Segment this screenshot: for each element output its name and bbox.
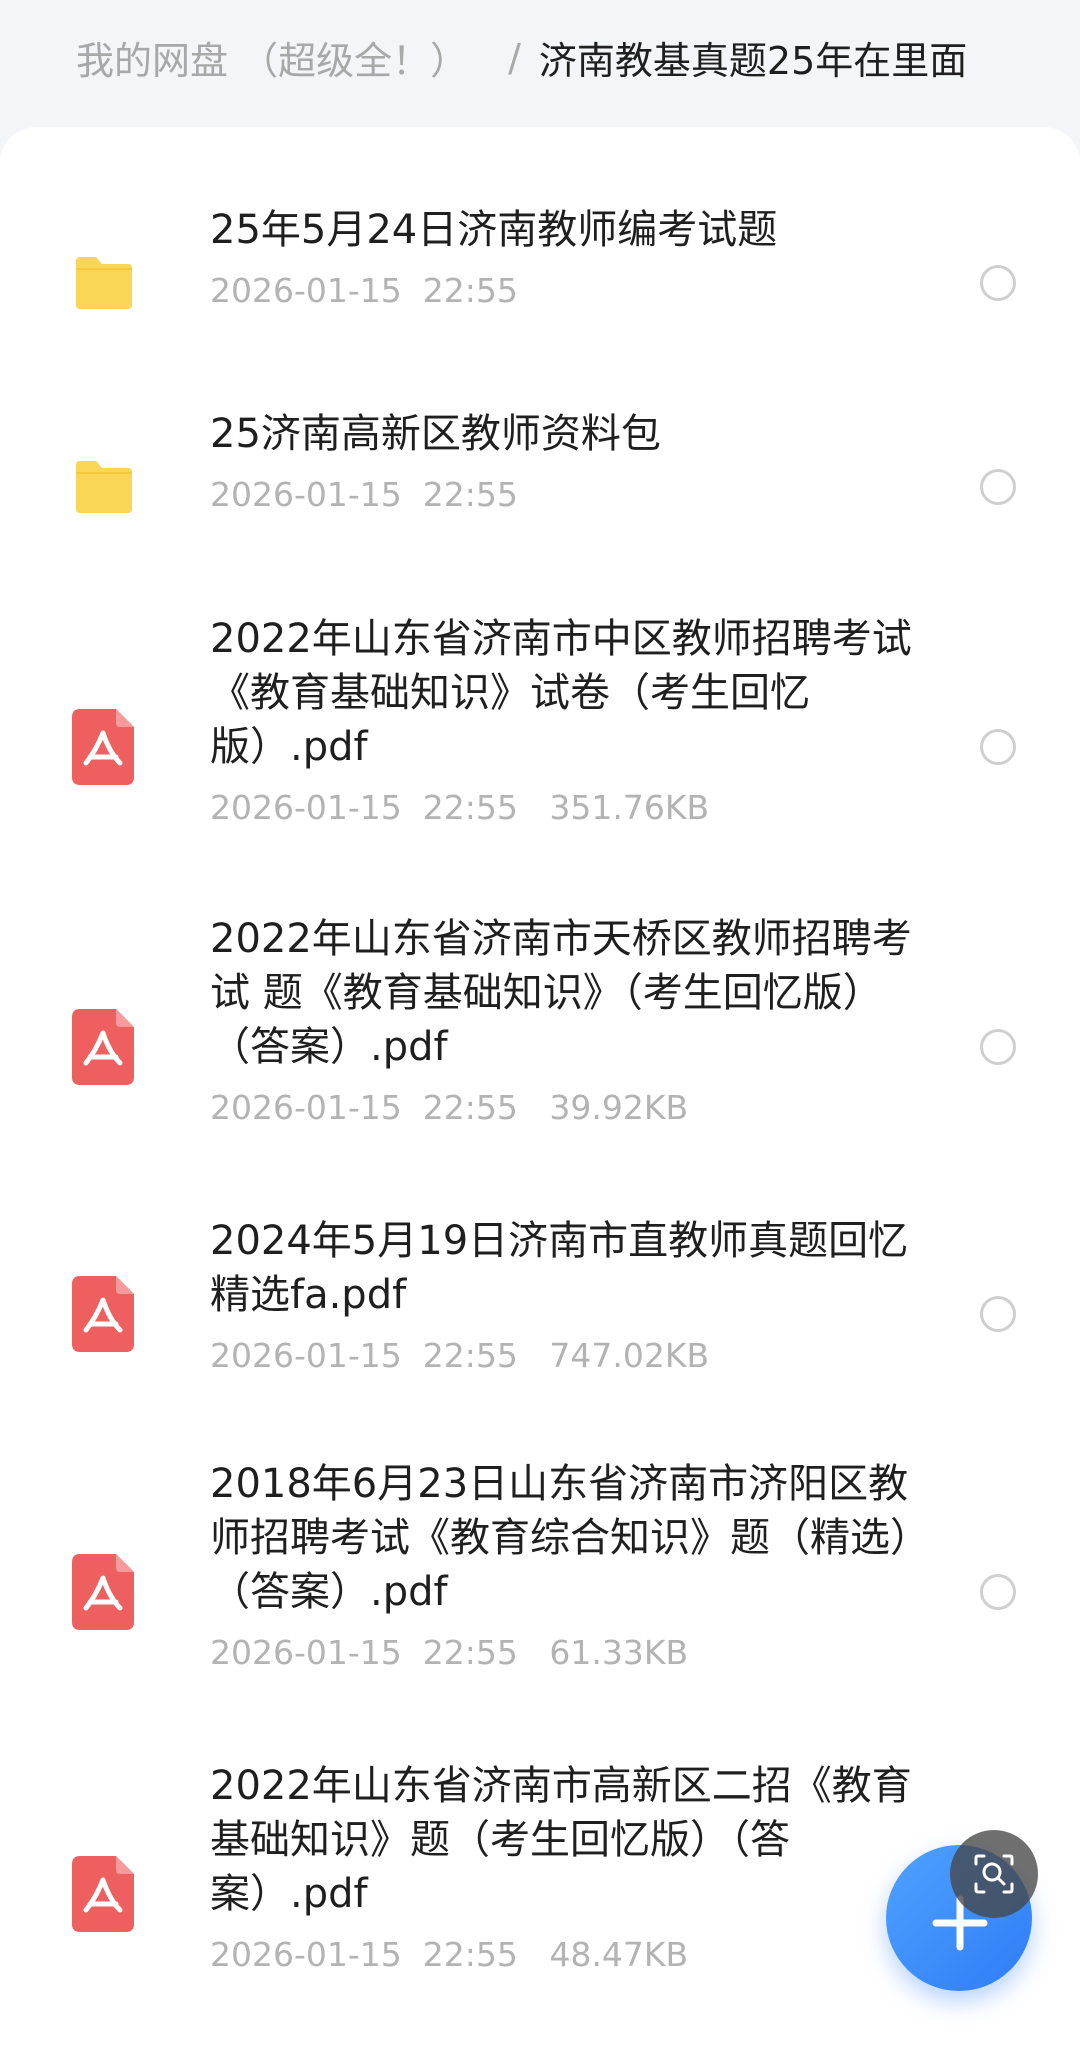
- file-name: 2022年山东省济南市高新区二招《教育基础知识》题（考生回忆版）（答案）.pdf: [210, 1763, 912, 1917]
- file-meta: 2026-01-15 22:55 351.76KB: [210, 786, 930, 830]
- file-meta: 2026-01-15 22:55: [210, 269, 930, 313]
- pdf-icon: [72, 1009, 134, 1085]
- folder-icon: [76, 257, 132, 309]
- file-row-folder[interactable]: 25年5月24日济南教师编考试题 2026-01-15 22:55: [0, 203, 1080, 363]
- file-list: 25年5月24日济南教师编考试题 2026-01-15 22:55 25济南高新…: [0, 127, 1080, 2054]
- file-date: 2026-01-15 22:55: [210, 788, 518, 827]
- pdf-icon: [72, 709, 134, 785]
- select-checkbox[interactable]: [980, 1029, 1016, 1065]
- select-checkbox[interactable]: [980, 1574, 1016, 1610]
- file-name: 2024年5月19日济南市直教师真题回忆精选fa.pdf: [210, 1218, 909, 1318]
- file-row-pdf[interactable]: 2022年山东省济南市中区教师招聘考试《教育基础知识》试卷（考生回忆版）.pdf…: [0, 612, 1080, 882]
- file-date: 2026-01-15 22:55: [210, 1935, 518, 1974]
- file-row-folder[interactable]: 25济南高新区教师资料包 2026-01-15 22:55: [0, 407, 1080, 567]
- file-name: 2018年6月23日山东省济南市济阳区教师招聘考试《教育综合知识》题（精选）（答…: [210, 1461, 930, 1615]
- file-name: 2022年山东省济南市中区教师招聘考试《教育基础知识》试卷（考生回忆版）.pdf: [210, 616, 912, 770]
- folder-icon: [76, 461, 132, 513]
- breadcrumb-root[interactable]: 我的网盘 （超级全！）: [76, 30, 468, 85]
- file-size: 61.33KB: [549, 1633, 689, 1672]
- select-checkbox[interactable]: [980, 1296, 1016, 1332]
- file-name: 2022年山东省济南市天桥区教师招聘考试 题《教育基础知识》（考生回忆版）（答案…: [210, 916, 912, 1070]
- file-row-pdf[interactable]: 2018年6月23日山东省济南市济阳区教师招聘考试《教育综合知识》题（精选）（答…: [0, 1457, 1080, 1727]
- pdf-icon: [72, 1856, 134, 1932]
- file-name: 25济南高新区教师资料包: [210, 411, 661, 457]
- file-size: 39.92KB: [549, 1088, 689, 1127]
- file-date: 2026-01-15 22:55: [210, 475, 518, 514]
- image-search-button[interactable]: [950, 1830, 1038, 1918]
- file-info: 2022年山东省济南市中区教师招聘考试《教育基础知识》试卷（考生回忆版）.pdf…: [210, 612, 930, 830]
- pdf-icon: [72, 1276, 134, 1352]
- file-meta: 2026-01-15 22:55 39.92KB: [210, 1086, 930, 1130]
- file-row-pdf[interactable]: 2024年5月19日济南市直教师真题回忆精选fa.pdf 2026-01-15 …: [0, 1214, 1080, 1414]
- file-meta: 2026-01-15 22:55 61.33KB: [210, 1631, 930, 1675]
- file-info: 25年5月24日济南教师编考试题 2026-01-15 22:55: [210, 203, 930, 313]
- file-date: 2026-01-15 22:55: [210, 1336, 518, 1375]
- file-info: 2018年6月23日山东省济南市济阳区教师招聘考试《教育综合知识》题（精选）（答…: [210, 1457, 930, 1675]
- file-info: 2022年山东省济南市天桥区教师招聘考试 题《教育基础知识》（考生回忆版）（答案…: [210, 912, 930, 1130]
- breadcrumb: 我的网盘 （超级全！） / 济南教基真题25年在里面: [0, 0, 1080, 115]
- select-checkbox[interactable]: [980, 469, 1016, 505]
- image-search-icon: [974, 1854, 1014, 1894]
- select-checkbox[interactable]: [980, 265, 1016, 301]
- file-size: 48.47KB: [549, 1935, 689, 1974]
- file-info: 2022年山东省济南市高新区二招《教育基础知识》题（考生回忆版）（答案）.pdf…: [210, 1759, 930, 1977]
- file-row-pdf[interactable]: 2022年山东省济南市天桥区教师招聘考试 题《教育基础知识》（考生回忆版）（答案…: [0, 912, 1080, 1182]
- file-date: 2026-01-15 22:55: [210, 1633, 518, 1672]
- file-meta: 2026-01-15 22:55: [210, 473, 930, 517]
- file-info: 2024年5月19日济南市直教师真题回忆精选fa.pdf 2026-01-15 …: [210, 1214, 930, 1378]
- file-size: 351.76KB: [549, 788, 710, 827]
- file-size: 747.02KB: [549, 1336, 710, 1375]
- file-meta: 2026-01-15 22:55 747.02KB: [210, 1334, 930, 1378]
- file-date: 2026-01-15 22:55: [210, 1088, 518, 1127]
- file-name: 25年5月24日济南教师编考试题: [210, 207, 778, 253]
- breadcrumb-separator: /: [508, 35, 521, 80]
- file-date: 2026-01-15 22:55: [210, 271, 518, 310]
- select-checkbox[interactable]: [980, 729, 1016, 765]
- file-meta: 2026-01-15 22:55 48.47KB: [210, 1933, 930, 1977]
- pdf-icon: [72, 1554, 134, 1630]
- file-info: 25济南高新区教师资料包 2026-01-15 22:55: [210, 407, 930, 517]
- breadcrumb-current: 济南教基真题25年在里面: [538, 39, 968, 83]
